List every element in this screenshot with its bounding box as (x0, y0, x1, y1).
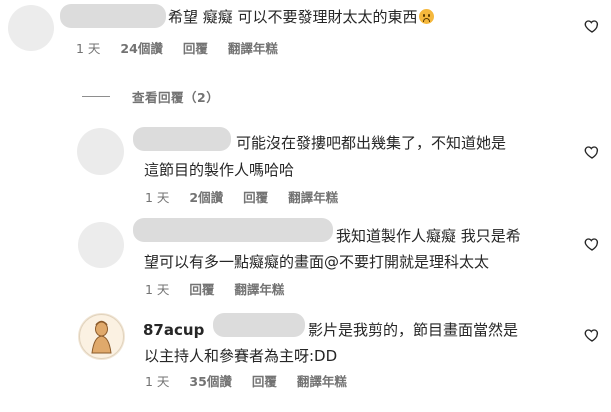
reply-button[interactable]: 回覆 (183, 40, 208, 58)
comment-text: 希望 癡癡 可以不要發理財太太的東西 (168, 5, 434, 29)
username[interactable]: 87acup (143, 318, 204, 342)
avatar[interactable] (78, 222, 124, 268)
translate-button[interactable]: 翻譯年糕 (288, 189, 338, 207)
comment-time: 1 天 (76, 41, 101, 56)
sad-face-icon (418, 9, 434, 24)
view-replies-button[interactable]: 查看回覆（2） (82, 86, 219, 106)
comment-text-line: 可能沒在發摟吧都出幾集了，不知道她是 (236, 134, 507, 152)
comment-text-line: 希望 癡癡 可以不要發理財太太的東西 (168, 8, 418, 26)
like-count[interactable]: 35個讚 (189, 373, 231, 391)
translate-button[interactable]: 翻譯年糕 (234, 281, 284, 299)
like-count[interactable]: 24個讚 (120, 40, 162, 58)
view-replies-label: 查看回覆（2） (132, 89, 220, 105)
comment-time: 1 天 (145, 190, 170, 205)
redacted-username (213, 313, 305, 337)
comment-text-line: 望可以有多一點癡癡的畫面@不要打開就是理科太太 (144, 253, 490, 271)
avatar[interactable] (77, 128, 124, 175)
heart-icon[interactable] (584, 18, 600, 34)
reply-button[interactable]: 回覆 (189, 281, 214, 299)
reply-button[interactable]: 回覆 (243, 189, 268, 207)
comment-meta: 1 天 35個讚 回覆 翻譯年糕 (145, 373, 363, 391)
redacted-username (133, 218, 333, 242)
comment-text-line: 以主持人和參賽者為主呀:DD (144, 347, 338, 365)
avatar[interactable] (8, 5, 54, 51)
heart-icon[interactable] (584, 327, 600, 343)
translate-button[interactable]: 翻譯年糕 (228, 40, 278, 58)
divider (82, 95, 110, 97)
heart-icon[interactable] (584, 236, 600, 252)
like-count[interactable]: 2個讚 (189, 189, 223, 207)
comment-text-line: 影片是我剪的，節目畫面當然是 (308, 321, 519, 339)
translate-button[interactable]: 翻譯年糕 (297, 373, 347, 391)
redacted-username (133, 127, 231, 151)
figure-icon (79, 314, 124, 359)
comment-text-line: 這節目的製作人嗎哈哈 (144, 161, 295, 179)
reply-button[interactable]: 回覆 (252, 373, 277, 391)
comment-time: 1 天 (145, 282, 170, 297)
comment-time: 1 天 (145, 374, 170, 389)
redacted-username (60, 4, 166, 28)
comment-meta: 1 天 回覆 翻譯年糕 (145, 281, 300, 299)
comment-text-line: 我知道製作人癡癡 我只是希 (336, 227, 521, 245)
comment-meta: 1 天 24個讚 回覆 翻譯年糕 (76, 40, 294, 58)
avatar[interactable] (78, 313, 125, 360)
heart-icon[interactable] (584, 144, 600, 160)
comment-meta: 1 天 2個讚 回覆 翻譯年糕 (145, 189, 354, 207)
